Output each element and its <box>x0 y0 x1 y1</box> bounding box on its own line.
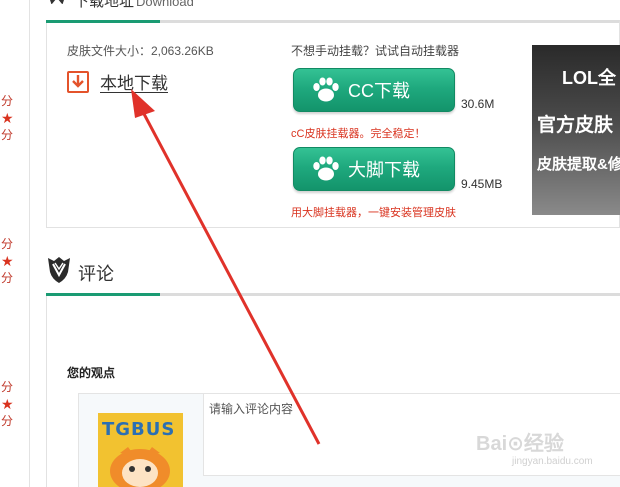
rating-item: 分 ★ 分 <box>0 93 30 144</box>
local-download-label[interactable]: 本地下载 <box>100 69 168 94</box>
paw-icon <box>306 70 346 110</box>
auto-mount-tip: 不想手动挂载？试试自动挂载器 <box>291 44 460 58</box>
cc-download-button[interactable]: CC下载 <box>293 68 455 112</box>
section-accent-bar <box>46 293 160 296</box>
cc-note: cC皮肤挂载器。完全稳定！ <box>291 128 426 140</box>
avatar: TGBUS <box>98 413 183 487</box>
score-label: 分 <box>1 94 14 108</box>
mascot-image <box>110 447 170 487</box>
comment-placeholder: 请输入评论内容 <box>209 402 294 416</box>
dajiao-file-size: 9.45MB <box>461 177 503 191</box>
star-icon: ★ <box>1 396 14 412</box>
section-title: 下载地址 Download <box>74 0 194 11</box>
file-size-text: 皮肤文件大小：2,063.26KB <box>67 44 214 58</box>
download-panel: 皮肤文件大小：2,063.26KB 本地下载 不想手动挂载？试试自动挂载器 CC… <box>46 20 620 228</box>
cc-download-label: CC下载 <box>348 81 410 101</box>
dajiao-note: 用大脚挂载器，一键安装管理皮肤 <box>291 207 456 219</box>
banner-line: 皮肤提取&修 <box>537 156 620 173</box>
score-label: 分 <box>1 414 14 428</box>
baidu-watermark: Bai⊙经验 <box>476 433 564 455</box>
score-label: 分 <box>1 271 14 285</box>
download-arrow-icon <box>67 70 89 93</box>
download-section-header: 下载地址 Download <box>46 0 620 12</box>
section-title-en: Download <box>136 0 194 9</box>
section-accent-bar <box>46 20 160 23</box>
score-label: 分 <box>1 237 14 251</box>
banner-line: 官方皮肤 <box>537 115 614 136</box>
score-label: 分 <box>1 128 14 142</box>
left-column-strip: 分 ★ 分 分 ★ 分 分 ★ 分 <box>0 0 30 487</box>
dajiao-download-button[interactable]: 大脚下载 <box>293 147 455 191</box>
star-icon: ★ <box>1 110 14 126</box>
baidu-watermark-url: jingyan.baidu.com <box>512 456 593 467</box>
comment-section-header: 评论 <box>46 252 620 286</box>
cc-file-size: 30.6M <box>461 97 495 111</box>
banner-line: LOL全 <box>562 68 616 88</box>
shield-icon <box>48 257 70 283</box>
download-section-icon <box>50 0 64 4</box>
comment-title: 评论 <box>78 264 114 284</box>
score-label: 分 <box>1 380 14 394</box>
rating-item: 分 ★ 分 <box>0 379 30 430</box>
opinion-label: 您的观点 <box>67 366 116 380</box>
promo-banner[interactable]: LOL全 官方皮肤 皮肤提取&修 <box>532 45 620 215</box>
dajiao-download-label: 大脚下载 <box>348 160 420 180</box>
rating-item: 分 ★ 分 <box>0 236 30 287</box>
paw-icon <box>306 149 346 189</box>
local-download-link[interactable]: 本地下载 <box>67 69 168 94</box>
star-icon: ★ <box>1 253 14 269</box>
